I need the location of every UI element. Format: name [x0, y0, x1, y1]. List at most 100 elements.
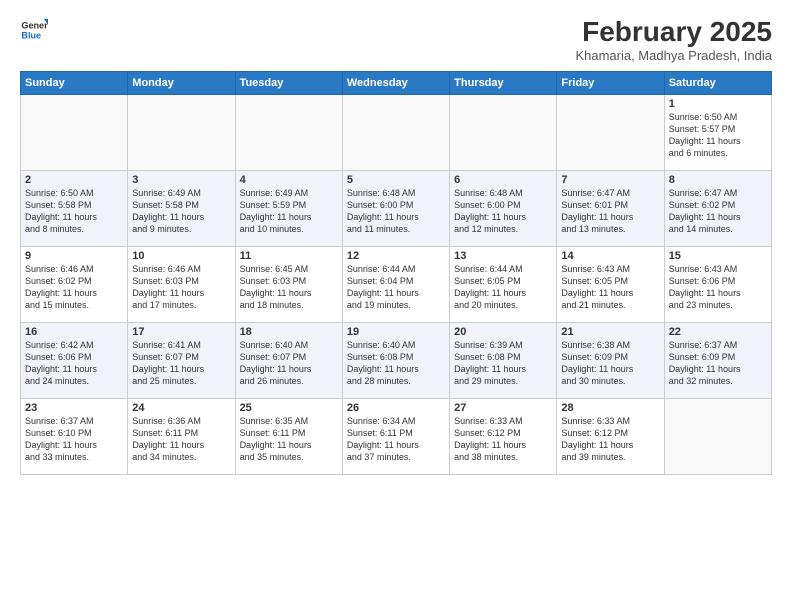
calendar-week-1: 1Sunrise: 6:50 AM Sunset: 5:57 PM Daylig…: [21, 95, 772, 171]
calendar-cell: 25Sunrise: 6:35 AM Sunset: 6:11 PM Dayli…: [235, 399, 342, 475]
calendar-cell: 24Sunrise: 6:36 AM Sunset: 6:11 PM Dayli…: [128, 399, 235, 475]
calendar-cell: [450, 95, 557, 171]
calendar-cell: 20Sunrise: 6:39 AM Sunset: 6:08 PM Dayli…: [450, 323, 557, 399]
day-info: Sunrise: 6:43 AM Sunset: 6:06 PM Dayligh…: [669, 263, 767, 312]
day-number: 7: [561, 174, 659, 186]
day-info: Sunrise: 6:44 AM Sunset: 6:04 PM Dayligh…: [347, 263, 445, 312]
calendar-cell: 17Sunrise: 6:41 AM Sunset: 6:07 PM Dayli…: [128, 323, 235, 399]
calendar-week-2: 2Sunrise: 6:50 AM Sunset: 5:58 PM Daylig…: [21, 171, 772, 247]
logo: GeneralBlue General Blue: [20, 16, 48, 44]
weekday-header-monday: Monday: [128, 72, 235, 95]
day-info: Sunrise: 6:34 AM Sunset: 6:11 PM Dayligh…: [347, 415, 445, 464]
day-number: 24: [132, 402, 230, 414]
day-info: Sunrise: 6:43 AM Sunset: 6:05 PM Dayligh…: [561, 263, 659, 312]
weekday-header-tuesday: Tuesday: [235, 72, 342, 95]
calendar-cell: 5Sunrise: 6:48 AM Sunset: 6:00 PM Daylig…: [342, 171, 449, 247]
day-info: Sunrise: 6:49 AM Sunset: 5:59 PM Dayligh…: [240, 187, 338, 236]
day-number: 20: [454, 326, 552, 338]
header: GeneralBlue General Blue February 2025 K…: [20, 16, 772, 63]
day-info: Sunrise: 6:46 AM Sunset: 6:03 PM Dayligh…: [132, 263, 230, 312]
day-number: 9: [25, 250, 123, 262]
calendar-cell: 6Sunrise: 6:48 AM Sunset: 6:00 PM Daylig…: [450, 171, 557, 247]
calendar-week-4: 16Sunrise: 6:42 AM Sunset: 6:06 PM Dayli…: [21, 323, 772, 399]
day-number: 11: [240, 250, 338, 262]
calendar-header-row: SundayMondayTuesdayWednesdayThursdayFrid…: [21, 72, 772, 95]
calendar-cell: 16Sunrise: 6:42 AM Sunset: 6:06 PM Dayli…: [21, 323, 128, 399]
day-info: Sunrise: 6:41 AM Sunset: 6:07 PM Dayligh…: [132, 339, 230, 388]
calendar-cell: 12Sunrise: 6:44 AM Sunset: 6:04 PM Dayli…: [342, 247, 449, 323]
calendar-cell: [342, 95, 449, 171]
day-info: Sunrise: 6:36 AM Sunset: 6:11 PM Dayligh…: [132, 415, 230, 464]
calendar-cell: 9Sunrise: 6:46 AM Sunset: 6:02 PM Daylig…: [21, 247, 128, 323]
calendar-cell: 10Sunrise: 6:46 AM Sunset: 6:03 PM Dayli…: [128, 247, 235, 323]
day-number: 2: [25, 174, 123, 186]
day-info: Sunrise: 6:40 AM Sunset: 6:07 PM Dayligh…: [240, 339, 338, 388]
calendar-cell: 7Sunrise: 6:47 AM Sunset: 6:01 PM Daylig…: [557, 171, 664, 247]
day-number: 1: [669, 98, 767, 110]
day-number: 15: [669, 250, 767, 262]
calendar-cell: 14Sunrise: 6:43 AM Sunset: 6:05 PM Dayli…: [557, 247, 664, 323]
day-number: 21: [561, 326, 659, 338]
main-title: February 2025: [575, 16, 772, 48]
weekday-header-wednesday: Wednesday: [342, 72, 449, 95]
day-info: Sunrise: 6:42 AM Sunset: 6:06 PM Dayligh…: [25, 339, 123, 388]
calendar-cell: 8Sunrise: 6:47 AM Sunset: 6:02 PM Daylig…: [664, 171, 771, 247]
day-number: 12: [347, 250, 445, 262]
calendar-cell: [557, 95, 664, 171]
calendar-cell: 18Sunrise: 6:40 AM Sunset: 6:07 PM Dayli…: [235, 323, 342, 399]
calendar-week-5: 23Sunrise: 6:37 AM Sunset: 6:10 PM Dayli…: [21, 399, 772, 475]
day-number: 28: [561, 402, 659, 414]
day-number: 18: [240, 326, 338, 338]
day-number: 5: [347, 174, 445, 186]
calendar-cell: 21Sunrise: 6:38 AM Sunset: 6:09 PM Dayli…: [557, 323, 664, 399]
day-number: 22: [669, 326, 767, 338]
day-number: 27: [454, 402, 552, 414]
calendar-cell: 3Sunrise: 6:49 AM Sunset: 5:58 PM Daylig…: [128, 171, 235, 247]
day-info: Sunrise: 6:47 AM Sunset: 6:01 PM Dayligh…: [561, 187, 659, 236]
day-info: Sunrise: 6:45 AM Sunset: 6:03 PM Dayligh…: [240, 263, 338, 312]
calendar-cell: 13Sunrise: 6:44 AM Sunset: 6:05 PM Dayli…: [450, 247, 557, 323]
day-info: Sunrise: 6:47 AM Sunset: 6:02 PM Dayligh…: [669, 187, 767, 236]
day-number: 6: [454, 174, 552, 186]
calendar-cell: 26Sunrise: 6:34 AM Sunset: 6:11 PM Dayli…: [342, 399, 449, 475]
day-info: Sunrise: 6:37 AM Sunset: 6:10 PM Dayligh…: [25, 415, 123, 464]
day-number: 19: [347, 326, 445, 338]
day-number: 26: [347, 402, 445, 414]
day-info: Sunrise: 6:50 AM Sunset: 5:57 PM Dayligh…: [669, 111, 767, 160]
day-number: 3: [132, 174, 230, 186]
calendar-cell: 28Sunrise: 6:33 AM Sunset: 6:12 PM Dayli…: [557, 399, 664, 475]
calendar-cell: 23Sunrise: 6:37 AM Sunset: 6:10 PM Dayli…: [21, 399, 128, 475]
weekday-header-saturday: Saturday: [664, 72, 771, 95]
calendar-week-3: 9Sunrise: 6:46 AM Sunset: 6:02 PM Daylig…: [21, 247, 772, 323]
day-number: 17: [132, 326, 230, 338]
calendar-cell: 11Sunrise: 6:45 AM Sunset: 6:03 PM Dayli…: [235, 247, 342, 323]
day-info: Sunrise: 6:38 AM Sunset: 6:09 PM Dayligh…: [561, 339, 659, 388]
calendar: SundayMondayTuesdayWednesdayThursdayFrid…: [20, 71, 772, 475]
svg-text:Blue: Blue: [21, 30, 41, 40]
day-number: 14: [561, 250, 659, 262]
calendar-cell: [128, 95, 235, 171]
day-info: Sunrise: 6:33 AM Sunset: 6:12 PM Dayligh…: [561, 415, 659, 464]
day-info: Sunrise: 6:37 AM Sunset: 6:09 PM Dayligh…: [669, 339, 767, 388]
svg-text:General: General: [21, 21, 48, 31]
day-number: 8: [669, 174, 767, 186]
weekday-header-friday: Friday: [557, 72, 664, 95]
calendar-cell: 22Sunrise: 6:37 AM Sunset: 6:09 PM Dayli…: [664, 323, 771, 399]
calendar-cell: 27Sunrise: 6:33 AM Sunset: 6:12 PM Dayli…: [450, 399, 557, 475]
logo-icon: GeneralBlue: [20, 16, 48, 44]
weekday-header-sunday: Sunday: [21, 72, 128, 95]
page: GeneralBlue General Blue February 2025 K…: [0, 0, 792, 612]
day-info: Sunrise: 6:33 AM Sunset: 6:12 PM Dayligh…: [454, 415, 552, 464]
calendar-cell: [21, 95, 128, 171]
day-number: 16: [25, 326, 123, 338]
day-number: 23: [25, 402, 123, 414]
day-info: Sunrise: 6:44 AM Sunset: 6:05 PM Dayligh…: [454, 263, 552, 312]
day-number: 25: [240, 402, 338, 414]
day-info: Sunrise: 6:46 AM Sunset: 6:02 PM Dayligh…: [25, 263, 123, 312]
day-info: Sunrise: 6:50 AM Sunset: 5:58 PM Dayligh…: [25, 187, 123, 236]
day-number: 4: [240, 174, 338, 186]
calendar-cell: 1Sunrise: 6:50 AM Sunset: 5:57 PM Daylig…: [664, 95, 771, 171]
day-info: Sunrise: 6:49 AM Sunset: 5:58 PM Dayligh…: [132, 187, 230, 236]
calendar-cell: [235, 95, 342, 171]
day-info: Sunrise: 6:40 AM Sunset: 6:08 PM Dayligh…: [347, 339, 445, 388]
